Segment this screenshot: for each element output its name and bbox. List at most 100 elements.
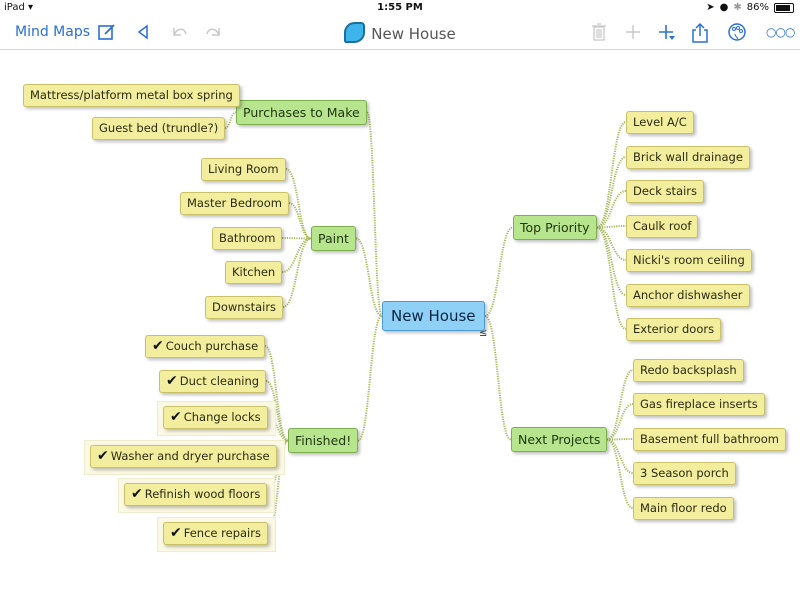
leaf-link <box>606 369 634 441</box>
document-title-text: New House <box>371 25 456 43</box>
leaf-node-label: Caulk roof <box>633 219 692 233</box>
leaf-node[interactable]: Master Bedroom <box>180 192 289 215</box>
leaf-node[interactable]: Level A/C <box>626 111 694 134</box>
leaf-link <box>596 226 627 261</box>
leaf-node-label: Guest bed (trundle?) <box>99 121 219 135</box>
checkmark-icon: ✔ <box>152 338 164 354</box>
leaf-node-label: Mattress/platform metal box spring <box>30 88 233 102</box>
leaf-node[interactable]: Deck stairs <box>626 180 705 203</box>
branch-node[interactable]: Top Priority <box>513 215 597 240</box>
leaf-node[interactable]: ✔ Refinish wood floors <box>124 483 268 506</box>
leaf-node[interactable]: Nicki's room ceiling <box>626 249 752 272</box>
leaf-node-label: Anchor dishwasher <box>633 288 743 302</box>
status-right: ➤ ● ✱ 86% <box>706 2 794 13</box>
leaf-node[interactable]: ✔ Change locks <box>163 406 268 429</box>
leaf-node[interactable]: ✔ Fence repairs <box>163 522 268 545</box>
leaf-node[interactable]: Exterior doors <box>626 318 722 341</box>
branch-node-label: Top Priority <box>520 220 590 235</box>
leaf-node[interactable]: Main floor redo <box>633 497 734 520</box>
leaf-node-label: Gas fireplace inserts <box>640 397 758 411</box>
leaf-link <box>224 111 237 129</box>
leaf-node-label: Refinish wood floors <box>144 487 261 501</box>
leaf-link <box>606 438 634 474</box>
leaf-node-label: Main floor redo <box>640 501 727 515</box>
branch-node[interactable]: Paint <box>311 226 356 251</box>
branch-node[interactable]: Purchases to Make <box>236 100 367 125</box>
leaf-node-label: Duct cleaning <box>179 374 260 388</box>
leaf-node[interactable]: Brick wall drainage <box>626 146 750 169</box>
leaf-node[interactable]: ✔ Washer and dryer purchase <box>90 445 277 468</box>
more-icon[interactable]: ○○○ <box>766 22 795 42</box>
leaf-node[interactable]: Basement full bathroom <box>633 428 787 451</box>
leaf-node[interactable]: Downstairs <box>205 296 284 319</box>
location-icon: ➤ <box>706 2 715 13</box>
bluetooth-icon: ✱ <box>733 2 742 13</box>
branch-node[interactable]: Next Projects <box>511 427 608 452</box>
toolbar: Mind Maps New House ○○○ <box>0 16 800 50</box>
status-bar: iPad ▾ 1:55 PM ➤ ● ✱ 86% <box>0 0 800 16</box>
app-logo-icon <box>344 22 366 43</box>
leaf-node-label: Brick wall drainage <box>633 150 743 164</box>
leaf-node-label: 3 Season porch <box>640 466 729 480</box>
branch-link <box>357 315 383 442</box>
leaf-link <box>606 438 634 509</box>
drag-handle-icon[interactable]: ≤ <box>479 328 487 339</box>
branch-link <box>355 237 383 317</box>
checkmark-icon: ✔ <box>131 486 143 502</box>
document-title: New House <box>0 22 800 44</box>
leaf-node-label: Downstairs <box>212 300 277 314</box>
add-icon[interactable] <box>624 22 642 47</box>
checkmark-icon: ✔ <box>97 448 109 464</box>
root-node-label: New House <box>391 307 476 325</box>
branch-link <box>366 111 383 317</box>
theme-palette-icon[interactable] <box>727 22 747 47</box>
add-child-icon[interactable] <box>657 22 677 47</box>
leaf-node-label: Exterior doors <box>633 322 715 336</box>
leaf-node[interactable]: 3 Season porch <box>633 462 736 485</box>
leaf-node-label: Living Room <box>208 162 279 176</box>
leaf-node[interactable]: Gas fireplace inserts <box>633 393 765 416</box>
leaf-link <box>596 225 627 229</box>
leaf-node[interactable]: ✔ Couch purchase <box>145 335 266 358</box>
branch-node-label: Purchases to Make <box>243 105 360 120</box>
leaf-link <box>288 202 312 240</box>
mind-map-canvas[interactable]: Purchases to Make Mattress/platform metal… <box>0 50 800 600</box>
leaf-node-label: Deck stairs <box>633 184 698 198</box>
leaf-node[interactable]: Redo backsplash <box>633 359 744 382</box>
share-icon[interactable] <box>691 22 709 49</box>
leaf-node-label: Basement full bathroom <box>640 432 780 446</box>
leaf-node[interactable]: ✔ Duct cleaning <box>159 370 267 393</box>
leaf-node[interactable]: Living Room <box>201 158 286 181</box>
leaf-node-label: Kitchen <box>232 265 276 279</box>
leaf-node-label: Change locks <box>183 410 261 424</box>
branch-link <box>484 315 512 441</box>
leaf-node-label: Couch purchase <box>165 339 259 353</box>
battery-percent: 86% <box>746 2 769 13</box>
root-node[interactable]: New House <box>382 301 485 331</box>
leaf-node-label: Redo backsplash <box>640 363 737 377</box>
branch-link <box>484 226 514 317</box>
branch-node-label: Paint <box>318 231 349 246</box>
leaf-node[interactable]: Mattress/platform metal box spring <box>23 84 240 107</box>
leaf-node[interactable]: Caulk roof <box>626 215 699 238</box>
leaf-node[interactable]: Bathroom <box>212 227 283 250</box>
leaf-node-label: Bathroom <box>219 231 276 245</box>
branch-node[interactable]: Finished! <box>288 428 359 453</box>
battery-icon <box>774 2 794 13</box>
leaf-node-label: Fence repairs <box>183 526 261 540</box>
branch-node-label: Next Projects <box>518 432 601 447</box>
leaf-node-label: Nicki's room ceiling <box>633 253 745 267</box>
leaf-node[interactable]: Kitchen <box>225 261 283 284</box>
branch-node-label: Finished! <box>295 433 352 448</box>
leaf-link <box>281 237 312 240</box>
trash-icon[interactable] <box>591 22 607 47</box>
status-time: 1:55 PM <box>377 2 423 13</box>
checkmark-icon: ✔ <box>170 525 182 541</box>
leaf-node[interactable]: Guest bed (trundle?) <box>92 117 226 140</box>
leaf-node[interactable]: Anchor dishwasher <box>626 284 750 307</box>
leaf-node-label: Master Bedroom <box>187 196 282 210</box>
leaf-node-label: Washer and dryer purchase <box>110 449 270 463</box>
leaf-link <box>281 237 312 273</box>
checkmark-icon: ✔ <box>166 373 178 389</box>
alarm-icon: ● <box>719 2 729 13</box>
